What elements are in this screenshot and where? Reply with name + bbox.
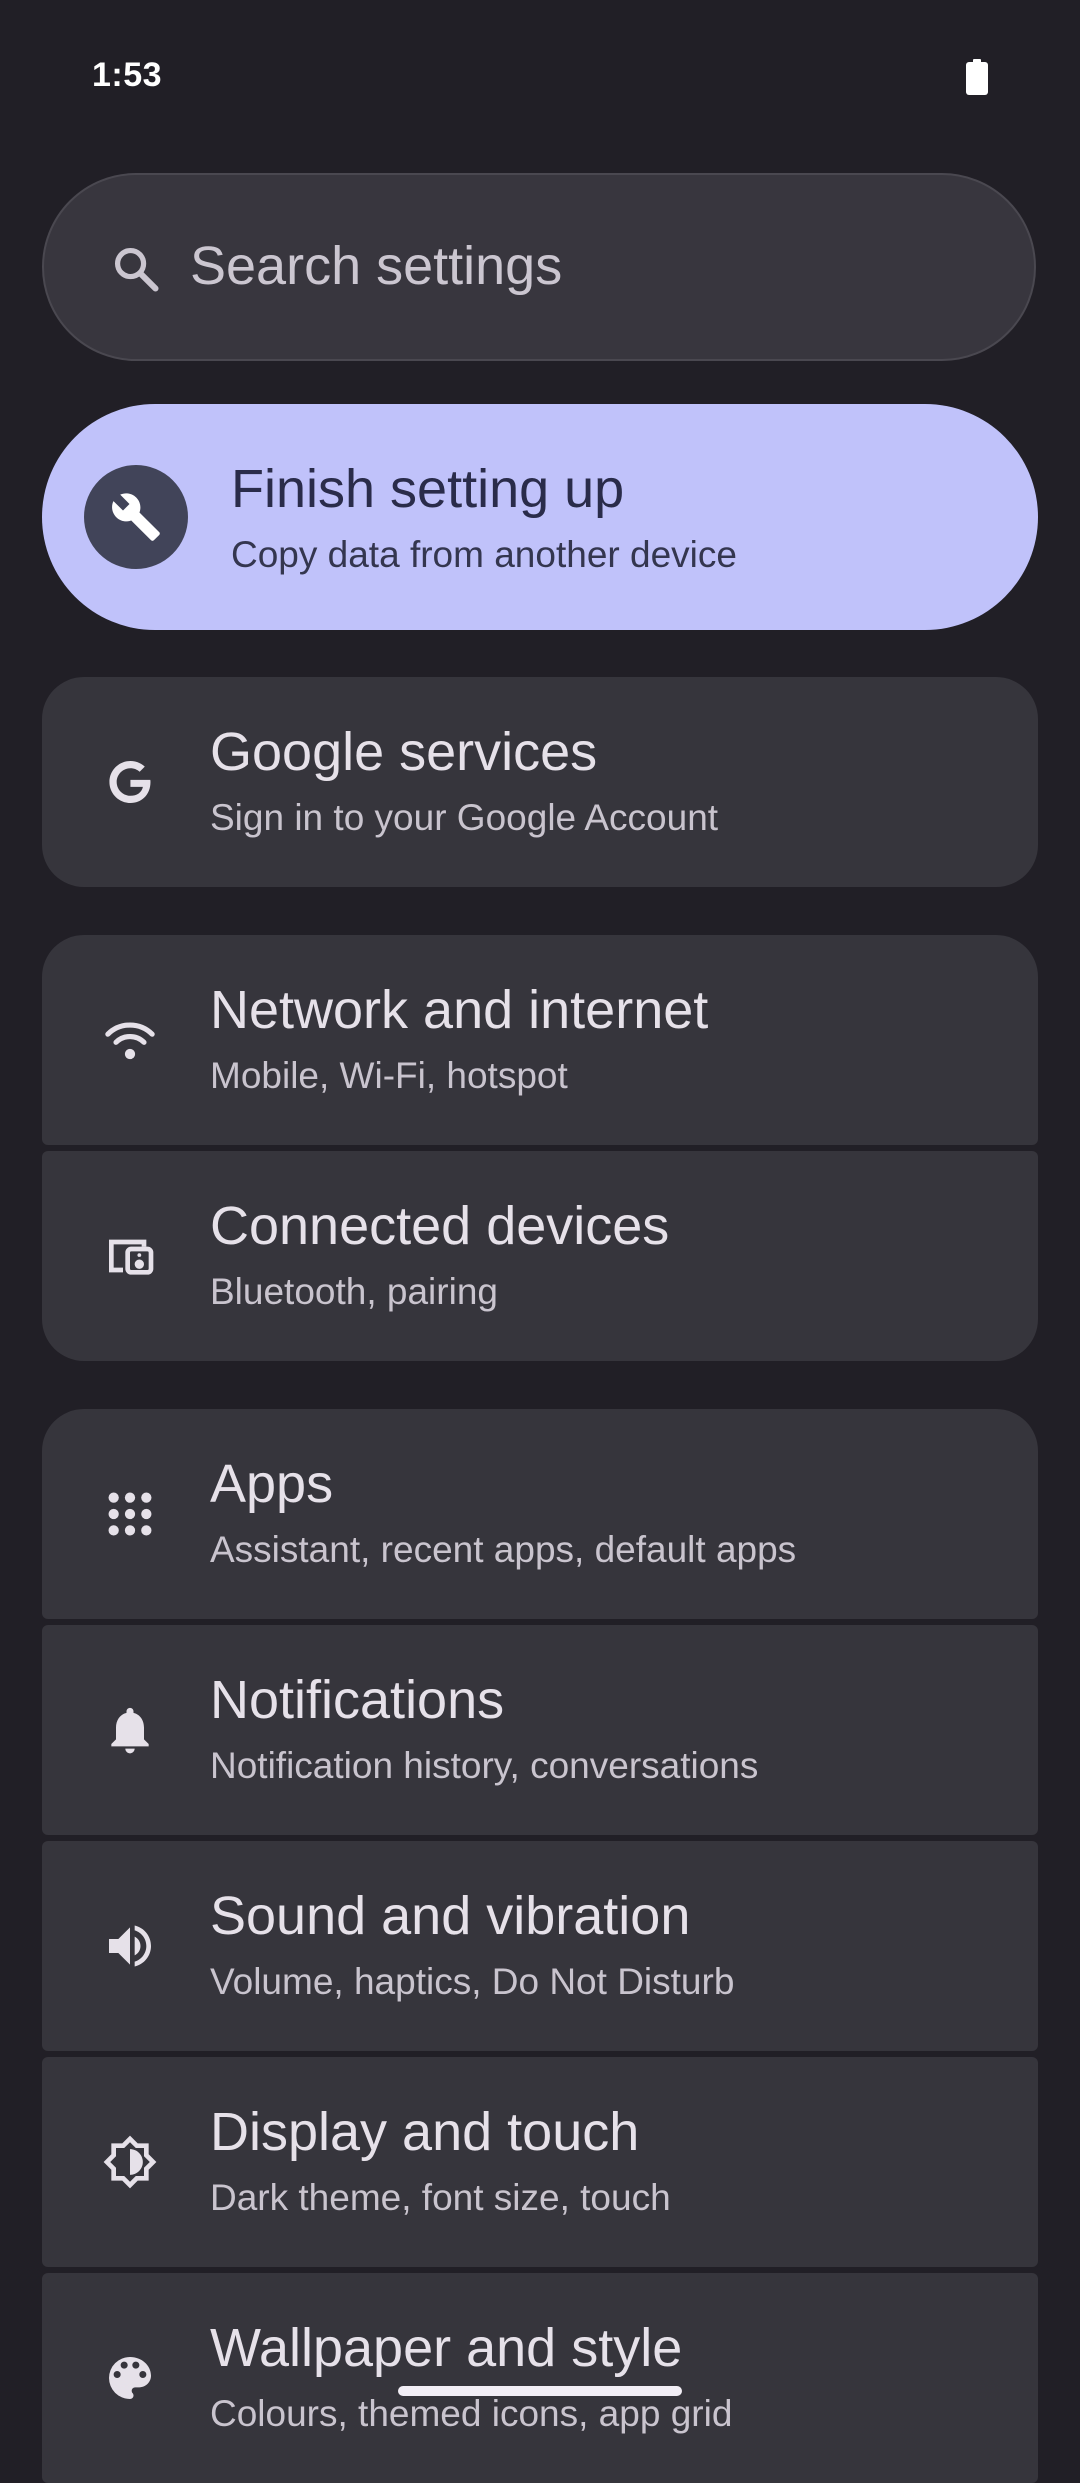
finish-setup-subtitle: Copy data from another device (231, 534, 737, 575)
settings-item-network[interactable]: Network and internet Mobile, Wi-Fi, hots… (42, 935, 1038, 1145)
settings-item-sound[interactable]: Sound and vibration Volume, haptics, Do … (42, 1841, 1038, 2051)
google-services-subtitle: Sign in to your Google Account (210, 797, 719, 838)
wallpaper-title: Wallpaper and style (210, 2318, 683, 2378)
network-subtitle: Mobile, Wi-Fi, hotspot (210, 1055, 568, 1096)
settings-item-connected-devices[interactable]: Connected devices Bluetooth, pairing (42, 1151, 1038, 1361)
settings-item-display[interactable]: Display and touch Dark theme, font size,… (42, 2057, 1038, 2267)
wifi-icon (105, 1022, 155, 1060)
battery-icon (966, 59, 988, 95)
brightness-icon (103, 2135, 157, 2189)
settings-item-google-services[interactable]: Google services Sign in to your Google A… (42, 677, 1038, 887)
google-services-title: Google services (210, 722, 598, 782)
speaker-icon (109, 1925, 151, 1967)
wrench-icon (112, 493, 160, 541)
gesture-navigation-bar[interactable] (398, 2386, 682, 2396)
finish-setup-title: Finish setting up (231, 459, 625, 519)
notifications-title: Notifications (210, 1670, 505, 1730)
google-icon (109, 761, 152, 803)
connected-devices-title: Connected devices (210, 1196, 670, 1256)
devices-icon (109, 1239, 154, 1275)
apps-grid-icon (108, 1492, 152, 1536)
search-bar[interactable]: Search settings (42, 173, 1036, 361)
notifications-subtitle: Notification history, conversations (210, 1745, 759, 1786)
connected-devices-subtitle: Bluetooth, pairing (210, 1271, 498, 1312)
wallpaper-subtitle: Colours, themed icons, app grid (210, 2393, 733, 2434)
search-placeholder: Search settings (190, 236, 563, 296)
settings-item-notifications[interactable]: Notifications Notification history, conv… (42, 1625, 1038, 1835)
settings-item-apps[interactable]: Apps Assistant, recent apps, default app… (42, 1409, 1038, 1619)
network-title: Network and internet (210, 980, 709, 1040)
search-icon (114, 247, 159, 292)
sound-title: Sound and vibration (210, 1886, 691, 1946)
apps-subtitle: Assistant, recent apps, default apps (210, 1529, 797, 1570)
settings-item-wallpaper[interactable]: Wallpaper and style Colours, themed icon… (42, 2273, 1038, 2483)
finish-setup-card[interactable]: Finish setting up Copy data from another… (42, 404, 1038, 630)
status-bar: 1:53 (0, 0, 1080, 150)
wrench-icon-circle (84, 465, 188, 569)
apps-title: Apps (210, 1454, 334, 1514)
status-time: 1:53 (92, 56, 163, 94)
palette-icon (109, 2357, 151, 2399)
display-title: Display and touch (210, 2102, 640, 2162)
sound-subtitle: Volume, haptics, Do Not Disturb (210, 1961, 735, 2002)
bell-icon (111, 1707, 149, 1754)
display-subtitle: Dark theme, font size, touch (210, 2177, 671, 2218)
